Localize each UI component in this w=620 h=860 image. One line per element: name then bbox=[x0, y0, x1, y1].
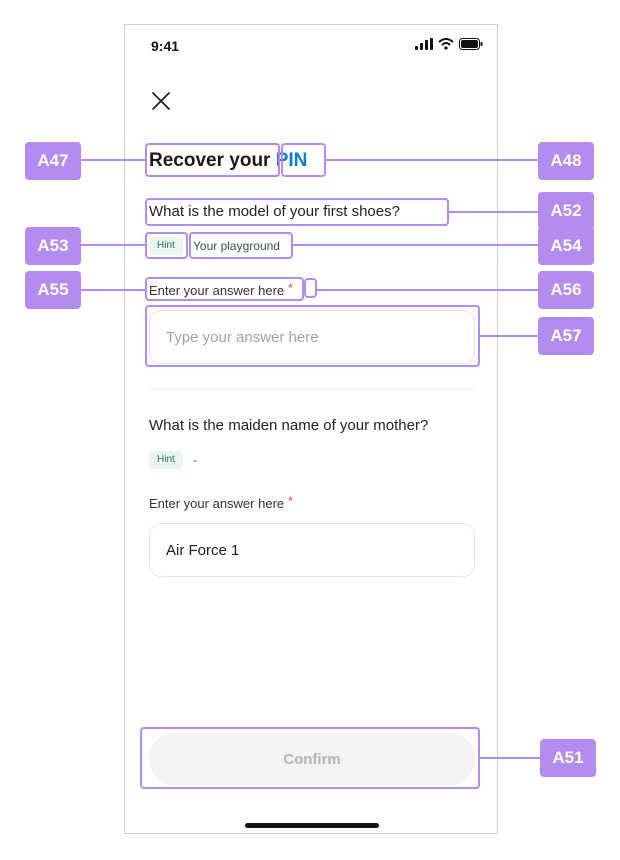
annotation-tag-a56: A56 bbox=[538, 271, 594, 309]
question-2-label-text: Enter your answer here bbox=[149, 496, 285, 511]
annotation-line-a56 bbox=[317, 289, 538, 291]
annotation-box-a51 bbox=[140, 727, 480, 789]
annotation-line-a53 bbox=[80, 244, 145, 246]
annotation-box-a52 bbox=[145, 198, 449, 226]
question-2-text: What is the maiden name of your mother? bbox=[149, 417, 429, 434]
annotation-tag-a48: A48 bbox=[538, 142, 594, 180]
annotation-tag-a57: A57 bbox=[538, 317, 594, 355]
annotation-line-a48 bbox=[326, 159, 538, 161]
annotation-box-a53 bbox=[145, 232, 188, 259]
required-mark: * bbox=[288, 494, 293, 508]
question-2-hint-badge: Hint bbox=[149, 451, 183, 469]
annotation-box-a54 bbox=[189, 232, 293, 259]
annotation-tag-a47: A47 bbox=[25, 142, 81, 180]
divider bbox=[149, 388, 475, 389]
home-indicator bbox=[245, 823, 379, 828]
annotation-box-a56 bbox=[304, 278, 317, 298]
annotation-line-a54 bbox=[293, 244, 538, 246]
question-2-hint-text: - bbox=[193, 453, 197, 467]
annotation-line-a52 bbox=[449, 211, 538, 213]
signal-icon bbox=[415, 38, 433, 50]
status-icons bbox=[415, 38, 483, 50]
status-time: 9:41 bbox=[151, 38, 180, 54]
annotation-line-a51 bbox=[480, 757, 540, 759]
wifi-icon bbox=[438, 38, 454, 50]
annotation-tag-a53: A53 bbox=[25, 227, 81, 265]
close-icon bbox=[152, 92, 170, 110]
battery-icon bbox=[459, 38, 483, 50]
annotation-tag-a52: A52 bbox=[538, 192, 594, 230]
annotation-line-a55 bbox=[80, 289, 145, 291]
annotation-tag-a51: A51 bbox=[540, 739, 596, 777]
annotation-box-a47 bbox=[145, 143, 280, 177]
close-button[interactable] bbox=[149, 89, 173, 113]
annotation-tag-a55: A55 bbox=[25, 271, 81, 309]
annotation-line-a47 bbox=[80, 159, 145, 161]
question-2-field-label: Enter your answer here * bbox=[149, 494, 293, 511]
annotation-box-a48 bbox=[281, 143, 326, 177]
annotation-box-a55 bbox=[145, 277, 304, 301]
question-2-answer-input[interactable] bbox=[149, 523, 475, 577]
status-bar: 9:41 bbox=[125, 25, 497, 69]
annotation-tag-a54: A54 bbox=[538, 227, 594, 265]
annotation-line-a57 bbox=[480, 335, 538, 337]
annotation-box-a57 bbox=[145, 305, 480, 367]
